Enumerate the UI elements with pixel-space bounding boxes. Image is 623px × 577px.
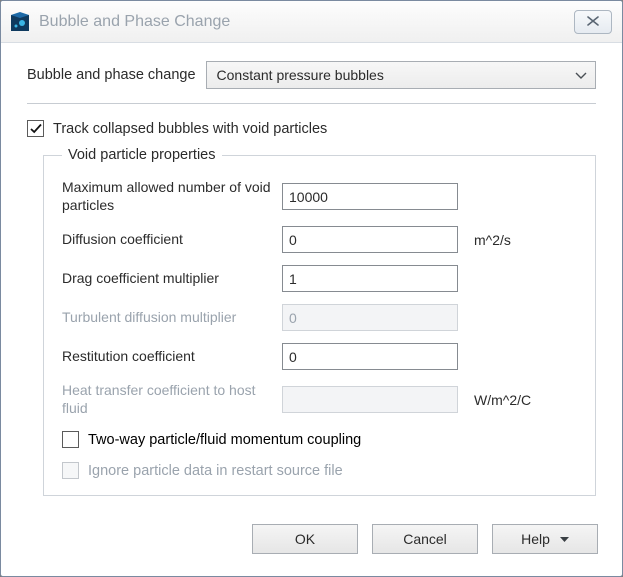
heat-transfer-unit: W/m^2/C [474, 392, 531, 408]
window-close-button[interactable] [574, 10, 612, 34]
max-particles-input[interactable] [282, 183, 458, 210]
help-button[interactable]: Help [492, 524, 598, 554]
ignore-restart-label: Ignore particle data in restart source f… [88, 463, 343, 479]
drag-input[interactable] [282, 265, 458, 292]
bubble-phase-change-dialog: Bubble and Phase Change Bubble and phase… [0, 0, 623, 577]
ignore-restart-checkbox [62, 462, 79, 479]
heat-transfer-label: Heat transfer coefficient to host fluid [62, 382, 282, 417]
void-particle-legend: Void particle properties [62, 147, 222, 163]
ignore-restart-row: Ignore particle data in restart source f… [62, 462, 577, 479]
max-particles-row: Maximum allowed number of void particles [62, 179, 577, 214]
ok-button[interactable]: OK [252, 524, 358, 554]
app-icon [9, 11, 31, 33]
chevron-down-icon [575, 67, 587, 83]
max-particles-label: Maximum allowed number of void particles [62, 179, 282, 214]
track-collapsed-checkbox[interactable] [27, 120, 44, 137]
titlebar: Bubble and Phase Change [1, 1, 622, 43]
diffusion-unit: m^2/s [474, 232, 511, 248]
drag-row: Drag coefficient multiplier [62, 265, 577, 292]
model-select-row: Bubble and phase change Constant pressur… [27, 61, 596, 89]
restitution-label: Restitution coefficient [62, 348, 282, 366]
dialog-button-row: OK Cancel Help [1, 508, 622, 576]
restitution-row: Restitution coefficient [62, 343, 577, 370]
heat-transfer-row: Heat transfer coefficient to host fluid … [62, 382, 577, 417]
window-title: Bubble and Phase Change [39, 13, 574, 31]
diffusion-input[interactable] [282, 226, 458, 253]
two-way-coupling-row: Two-way particle/fluid momentum coupling [62, 431, 577, 448]
two-way-coupling-label: Two-way particle/fluid momentum coupling [88, 432, 361, 448]
model-select-value: Constant pressure bubbles [217, 67, 384, 83]
void-particle-group: Void particle properties Maximum allowed… [43, 147, 596, 496]
model-select-label: Bubble and phase change [27, 67, 196, 83]
turbulent-input [282, 304, 458, 331]
dialog-content: Bubble and phase change Constant pressur… [1, 43, 622, 508]
track-collapsed-label: Track collapsed bubbles with void partic… [53, 121, 327, 137]
cancel-button-label: Cancel [403, 531, 447, 547]
close-icon [586, 14, 600, 29]
ok-button-label: OK [295, 531, 315, 547]
separator [27, 103, 596, 104]
heat-transfer-input [282, 386, 458, 413]
help-button-label: Help [521, 531, 550, 547]
turbulent-row: Turbulent diffusion multiplier [62, 304, 577, 331]
drag-label: Drag coefficient multiplier [62, 270, 282, 288]
caret-down-icon [560, 531, 569, 547]
cancel-button[interactable]: Cancel [372, 524, 478, 554]
diffusion-row: Diffusion coefficient m^2/s [62, 226, 577, 253]
two-way-coupling-checkbox[interactable] [62, 431, 79, 448]
turbulent-label: Turbulent diffusion multiplier [62, 309, 282, 327]
diffusion-label: Diffusion coefficient [62, 231, 282, 249]
track-collapsed-row: Track collapsed bubbles with void partic… [27, 120, 596, 137]
restitution-input[interactable] [282, 343, 458, 370]
model-select-dropdown[interactable]: Constant pressure bubbles [206, 61, 596, 89]
